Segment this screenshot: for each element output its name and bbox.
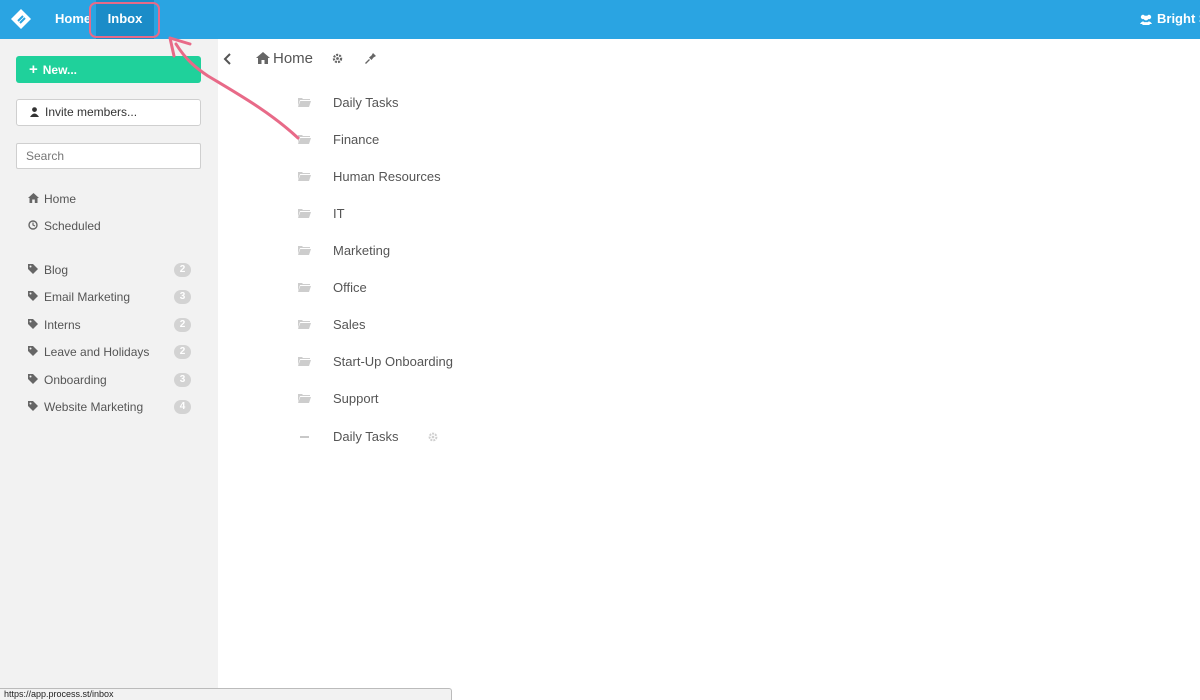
chevron-left-icon[interactable] [221, 51, 235, 67]
folder-label: Sales [333, 317, 366, 332]
folder-label: Support [333, 391, 379, 406]
folder-label: Human Resources [333, 169, 441, 184]
tag-label: Interns [44, 318, 81, 332]
new-button[interactable]: + New... [16, 56, 201, 83]
folder-icon [298, 320, 311, 329]
folder-icon [298, 246, 311, 255]
folder-icon [298, 98, 311, 107]
invite-members-label: Invite members... [45, 105, 138, 119]
folder-icon [298, 357, 311, 366]
sidebar-item-home[interactable]: Home [28, 189, 76, 209]
tag-icon [28, 316, 40, 336]
tag-item-website-marketing[interactable]: Website Marketing 4 [28, 397, 191, 418]
folder-label: Office [333, 280, 367, 295]
home-icon [256, 52, 270, 64]
users-icon [1140, 14, 1152, 25]
count-badge: 3 [174, 290, 191, 304]
tag-icon [28, 371, 40, 391]
user-menu-label: Bright St [1157, 11, 1200, 26]
tag-label: Onboarding [44, 373, 107, 387]
tag-item-leave-and-holidays[interactable]: Leave and Holidays 2 [28, 342, 191, 363]
gear-icon[interactable] [427, 431, 439, 443]
folder-icon [298, 283, 311, 292]
checklist-dash-icon [300, 436, 309, 438]
folder-icon [298, 172, 311, 181]
folder-label: Marketing [333, 243, 391, 258]
folder-icon [298, 394, 311, 403]
sidebar-item-scheduled[interactable]: Scheduled [28, 216, 101, 236]
process-street-logo-icon[interactable] [10, 8, 32, 30]
user-menu[interactable]: Bright St [1139, 0, 1200, 39]
top-navbar: Home Inbox Bright St [0, 0, 1200, 39]
home-icon [28, 190, 40, 210]
tag-item-interns[interactable]: Interns 2 [28, 315, 191, 336]
sidebar: + New... Invite members... Home Scheduled… [0, 39, 218, 700]
tag-item-email-marketing[interactable]: Email Marketing 3 [28, 287, 191, 308]
gear-icon[interactable] [331, 52, 344, 65]
tag-icon [28, 261, 40, 281]
tag-label: Leave and Holidays [44, 345, 150, 359]
count-badge: 2 [174, 263, 191, 277]
inbox-highlight-annotation [89, 2, 160, 38]
pin-icon[interactable] [364, 52, 377, 65]
count-badge: 3 [174, 373, 191, 387]
count-badge: 2 [174, 318, 191, 332]
tag-icon [28, 343, 40, 363]
count-badge: 4 [174, 400, 191, 414]
folder-label: Finance [333, 132, 380, 147]
tag-label: Email Marketing [44, 290, 131, 304]
folder-icon [298, 135, 311, 144]
tag-item-blog[interactable]: Blog 2 [28, 260, 191, 281]
folder-label: Daily Tasks [333, 95, 399, 110]
sidebar-item-label: Scheduled [44, 219, 101, 233]
sidebar-item-label: Home [44, 192, 77, 206]
count-badge: 2 [174, 345, 191, 359]
plus-icon: + [29, 61, 38, 78]
tag-item-onboarding[interactable]: Onboarding 3 [28, 370, 191, 391]
tag-icon [28, 288, 40, 308]
clock-icon [28, 217, 40, 237]
folder-label: Start-Up Onboarding [333, 354, 453, 369]
tag-label: Website Marketing [44, 400, 144, 414]
folder-label: IT [333, 206, 345, 221]
user-icon [30, 107, 39, 117]
status-url: https://app.process.st/inbox [0, 688, 452, 700]
search-input[interactable] [16, 143, 201, 169]
breadcrumb-label: Home [273, 50, 314, 67]
tag-label: Blog [44, 263, 69, 277]
checklist-label: Daily Tasks [333, 429, 399, 444]
tag-icon [28, 398, 40, 418]
folder-icon [298, 209, 311, 218]
new-button-label: New... [42, 63, 77, 77]
invite-members-button[interactable]: Invite members... [16, 99, 201, 126]
breadcrumb[interactable]: Home [256, 50, 313, 67]
